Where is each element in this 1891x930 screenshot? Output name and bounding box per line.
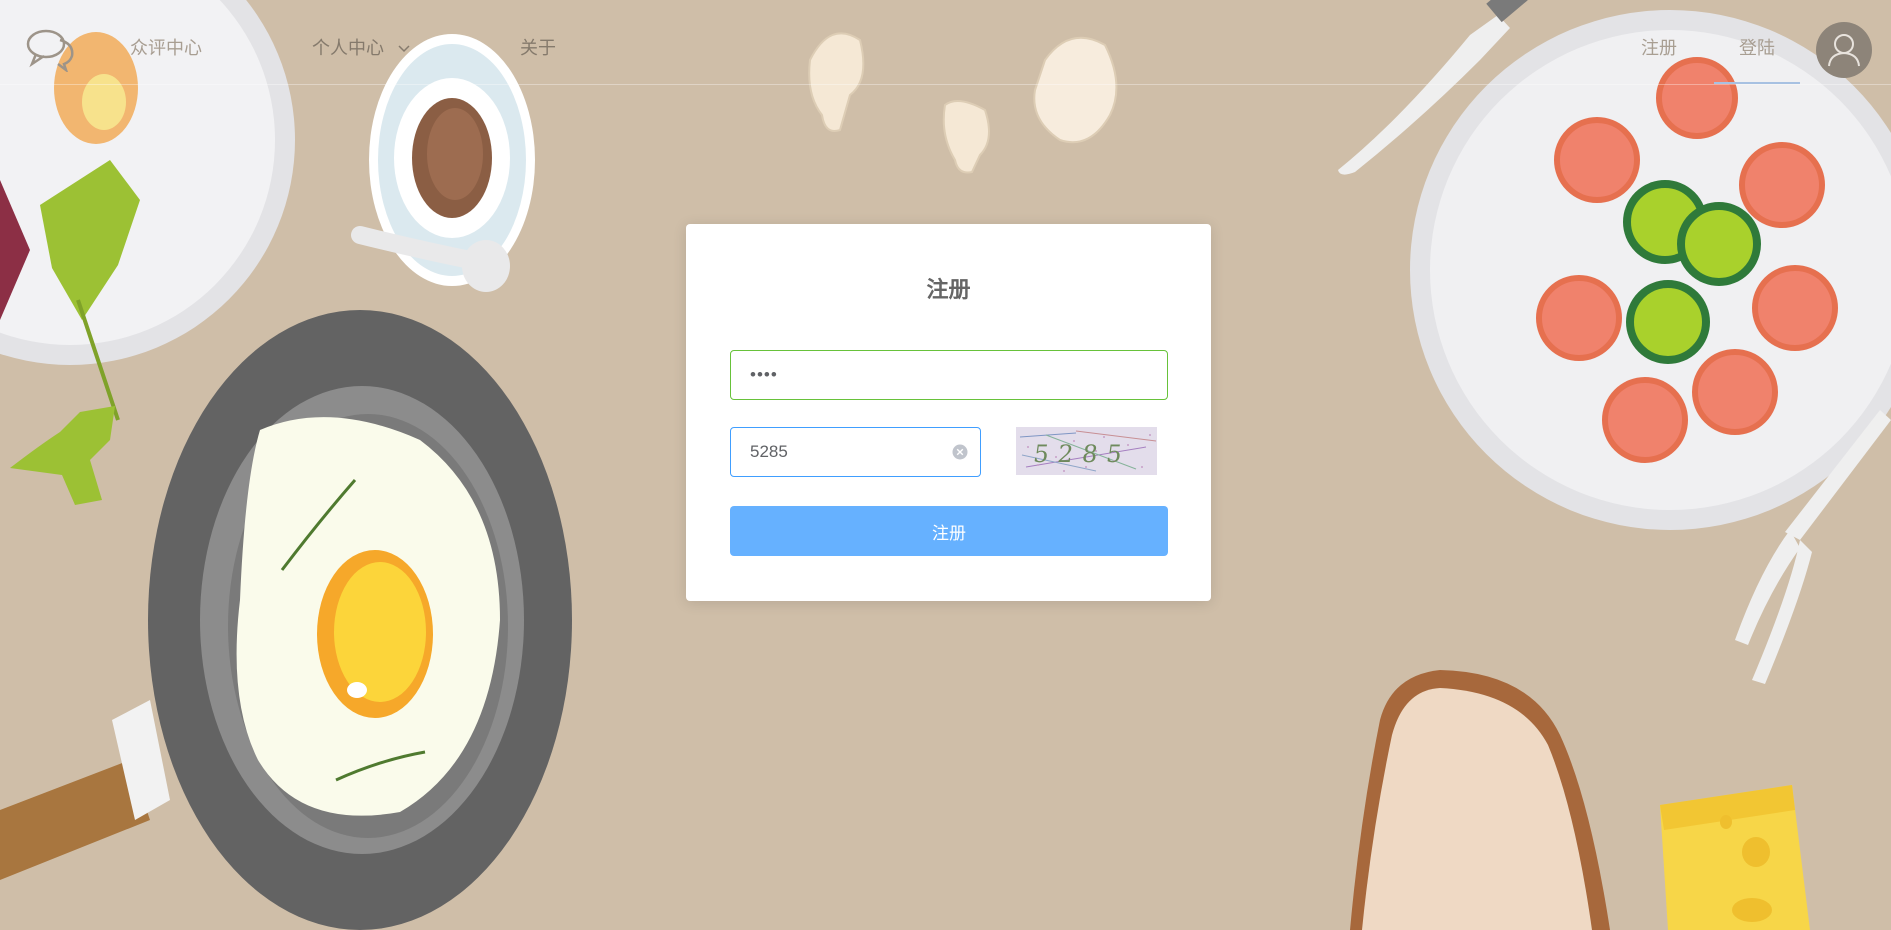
password-input[interactable] [731,351,1167,399]
nav-home-link[interactable]: 众评中心 [130,34,202,60]
cheese [1660,785,1810,930]
active-nav-underline [1714,82,1800,84]
nav-personal-center-menu[interactable]: 个人中心 [312,34,410,60]
nav-login-link[interactable]: 登陆 [1739,34,1775,60]
top-nav: 众评中心 个人中心 关于 注册 登陆 [0,0,1891,85]
password-field [730,350,1168,400]
captcha-field [730,427,981,477]
captcha-text: 5285 [1032,440,1133,468]
captcha-image[interactable]: 5285 [1016,427,1157,475]
clear-icon[interactable] [952,444,968,460]
nav-personal-center-label: 个人中心 [312,38,384,59]
register-title: 注册 [926,278,971,303]
nav-register-link[interactable]: 注册 [1641,34,1677,60]
captcha-input[interactable] [731,428,980,476]
chat-bubbles-icon[interactable] [26,28,76,72]
nav-about-link[interactable]: 关于 [520,34,556,60]
register-card: 注册 5285 注册 [686,224,1211,601]
register-submit-button[interactable]: 注册 [730,506,1168,556]
avatar[interactable] [1816,22,1872,78]
user-icon [1828,34,1860,67]
chevron-down-icon [398,45,410,53]
